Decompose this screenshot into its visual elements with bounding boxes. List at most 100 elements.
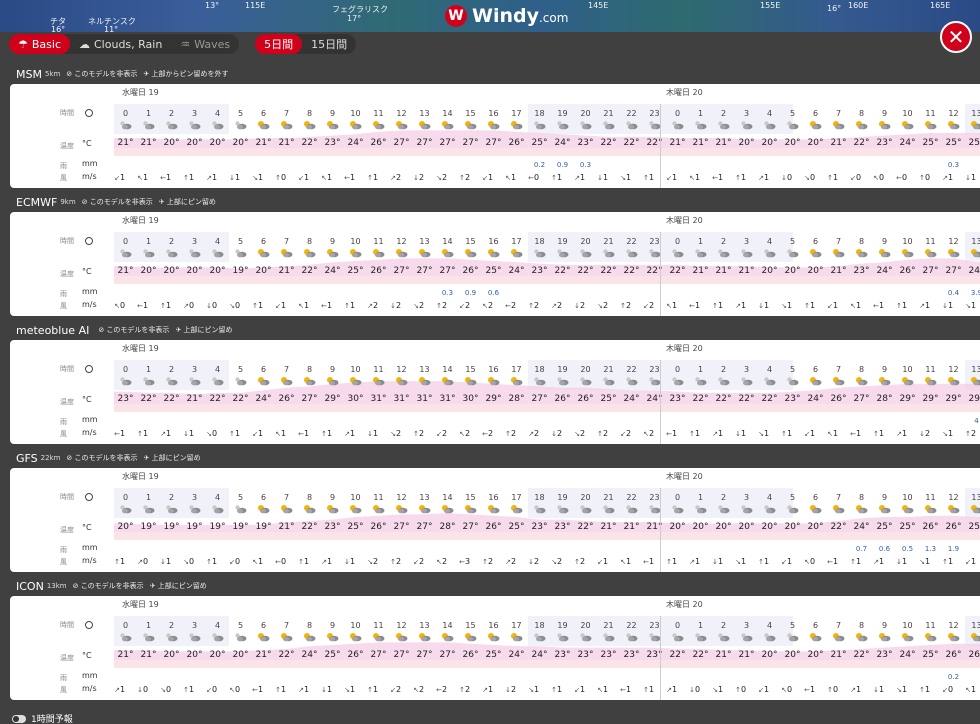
temperature-value: 20° xyxy=(807,522,824,532)
weather-icon xyxy=(948,377,960,386)
tab-clouds-rain[interactable]: ☁ Clouds, Rain xyxy=(70,34,171,54)
weather-icon xyxy=(419,633,431,642)
wind-speed: 0 xyxy=(787,173,793,182)
wind-speed: 1 xyxy=(810,685,816,694)
pin-model-button[interactable]: ✈ 上部にピン留め xyxy=(159,197,216,207)
pin-model-button[interactable]: ✈ 上部にピン留め xyxy=(144,453,201,463)
weather-icon xyxy=(373,249,385,258)
wind-cell: ←1 xyxy=(114,429,137,438)
weather-icon xyxy=(626,377,638,386)
weather-icon xyxy=(488,121,500,130)
hide-model-button[interactable]: ⊘ このモデルを非表示 xyxy=(73,581,144,591)
weather-icon xyxy=(856,633,868,642)
unit-wind_unit: m/s xyxy=(82,428,97,437)
hour-column: 1 22° ↑1 xyxy=(137,340,160,444)
rain-value: 0.2 xyxy=(947,673,960,681)
wind-cell: ↙1 xyxy=(666,173,689,182)
wind-speed: 1 xyxy=(672,685,678,694)
range-tab-1[interactable]: 15日間 xyxy=(302,34,356,54)
hour-column: 5 19° ↙0 xyxy=(229,468,252,572)
pin-model-button[interactable]: ✈ 上部にピン留め xyxy=(150,581,207,591)
weather-icon xyxy=(902,249,914,258)
wind-cell: ↘1 xyxy=(942,429,965,438)
temperature-value: 26° xyxy=(370,266,387,276)
forecast-table: 時間 温度雨風 °C mm m/s 0 21° ↙1 1 21° ↖1 2 20° ←1 3 20° ↑1 4 20… xyxy=(10,84,980,188)
wind-speed: 1 xyxy=(488,173,494,182)
hour-column: 2 19° ↓1 xyxy=(160,468,183,572)
hour-label: 16 xyxy=(488,621,499,630)
hour-label: 14 xyxy=(442,365,453,374)
hour-label: 4 xyxy=(766,365,773,374)
wind-cell: ↘1 xyxy=(528,685,551,694)
hide-model-button[interactable]: ⊘ このモデルを非表示 xyxy=(66,69,137,79)
tab-waves[interactable]: ♒ Waves xyxy=(171,34,239,54)
weather-icon xyxy=(189,121,201,130)
wind-speed: 1 xyxy=(948,173,954,182)
wind-cell: ↙1 xyxy=(298,173,321,182)
pin-model-button[interactable]: ✈ 上部からピン留めを外す xyxy=(143,69,228,79)
toggle-switch-icon[interactable] xyxy=(12,714,26,723)
hour-column: 3 20° ↑1 xyxy=(183,596,206,700)
wind-cell: ↙2 xyxy=(643,301,666,310)
temperature-value: 27° xyxy=(416,650,433,660)
wind-cell: ↑1 xyxy=(344,301,367,310)
hour-column: 5 23° ↑1 xyxy=(781,340,804,444)
close-button[interactable]: ✕ xyxy=(940,21,972,53)
wind-cell: ↖2 xyxy=(413,685,436,694)
hour-column: 2 21° ↘1 xyxy=(712,596,735,700)
tab-label: Clouds, Rain xyxy=(94,37,163,51)
temperature-value: 22° xyxy=(163,394,180,404)
hide-model-button[interactable]: ⊘ このモデルを非表示 xyxy=(98,325,169,335)
temperature-value: 23° xyxy=(117,394,134,404)
weather-icon xyxy=(534,505,546,514)
wind-speed: 2 xyxy=(534,557,540,566)
temperature-value: 19° xyxy=(255,522,272,532)
temperature-value: 22° xyxy=(715,394,732,404)
hour-label: 1 xyxy=(697,621,704,630)
weather-icon xyxy=(626,633,638,642)
wind-cell: ←0 xyxy=(896,173,919,182)
tab-basic[interactable]: ☂ Basic xyxy=(9,34,70,54)
hour-label: 1 xyxy=(145,621,152,630)
weather-icon xyxy=(695,633,707,642)
hour-label: 3 xyxy=(743,237,750,246)
wind-cell: ↙0 xyxy=(206,685,229,694)
weather-icon xyxy=(856,505,868,514)
hour-column: 0 23° ←1 xyxy=(114,340,137,444)
wind-cell: ←1 xyxy=(321,301,344,310)
hourly-toggle[interactable]: 1時間予報 xyxy=(12,712,73,724)
hide-model-button[interactable]: ⊘ このモデルを非表示 xyxy=(82,197,153,207)
wind-speed: 1 xyxy=(281,429,287,438)
hour-column: 4 20° ↓1 xyxy=(758,212,781,316)
model-header: GFS 22km ⊘ このモデルを非表示 ✈ 上部にピン留め xyxy=(10,448,980,468)
range-tab-0[interactable]: 5日間 xyxy=(255,34,303,54)
hour-column: 13 27° ↘2 xyxy=(413,212,436,316)
hour-label: 18 xyxy=(534,365,545,374)
hour-column: 16 29° ←2 xyxy=(482,340,505,444)
weather-icon xyxy=(488,633,500,642)
hide-model-button[interactable]: ⊘ このモデルを非表示 xyxy=(66,453,137,463)
wind-cell: ↗0 xyxy=(183,301,206,310)
wind-cell: ↑2 xyxy=(528,301,551,310)
hour-column: 5 22° ↑1 xyxy=(229,340,252,444)
hour-column: 2 20° ↑1 xyxy=(160,212,183,316)
wind-cell: ←2 xyxy=(482,429,505,438)
pin-model-label: 上部からピン留めを外す xyxy=(151,70,229,78)
wind-cell: ↗1 xyxy=(919,301,942,310)
hour-column: 11 26° ↗2 xyxy=(367,212,390,316)
weather-icon xyxy=(488,249,500,258)
wind-cell: ↙2 xyxy=(620,429,643,438)
hour-column: 6 20° ↑1 xyxy=(252,212,275,316)
wind-speed: 1 xyxy=(212,557,218,566)
wind-cell: ↑2 xyxy=(505,429,528,438)
wind-speed: 0 xyxy=(695,685,701,694)
model-name: GFS xyxy=(16,451,38,465)
weather-icon xyxy=(695,249,707,258)
wind-speed: 1 xyxy=(189,173,195,182)
temperature-value: 20° xyxy=(761,138,778,148)
wind-speed: 1 xyxy=(350,557,356,566)
pin-model-button[interactable]: ✈ 上部にピン留め xyxy=(175,325,232,335)
hour-label: 1 xyxy=(145,237,152,246)
hour-column: 14 31° ↙2 xyxy=(436,340,459,444)
temperature-value: 22° xyxy=(577,266,594,276)
